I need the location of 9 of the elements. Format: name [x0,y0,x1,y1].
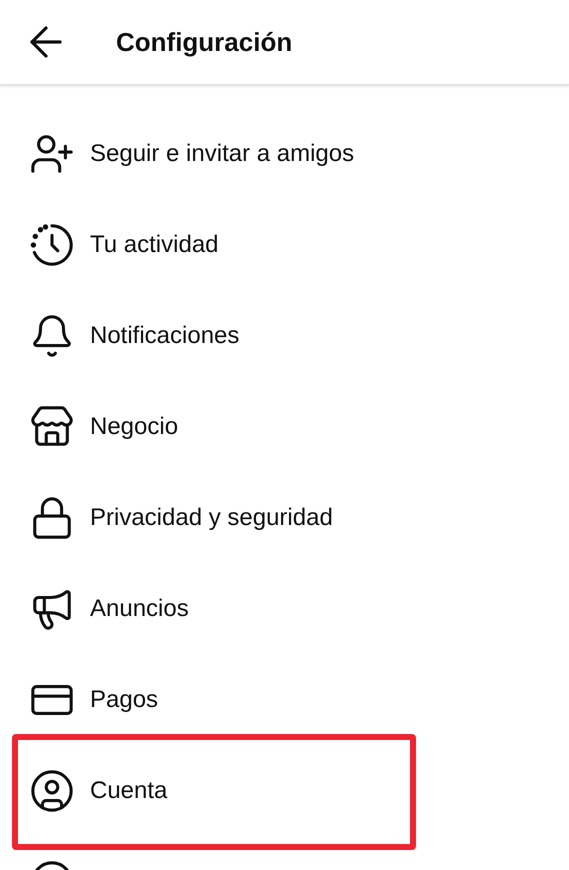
menu-item[interactable]: Tu actividad [90,230,219,258]
menu-item[interactable]: Anuncios [90,594,189,622]
menu-item[interactable]: Negocio [90,412,178,440]
menu-item[interactable]: Seguir e invitar a amigos [90,140,354,168]
menu-item[interactable]: Notificaciones [90,322,240,350]
menu-item[interactable]: Privacidad y seguridad [90,504,333,532]
menu-item[interactable]: Pagos [90,686,158,714]
page-title: Configuración [116,26,292,58]
menu-item[interactable]: Cuenta [90,776,168,804]
